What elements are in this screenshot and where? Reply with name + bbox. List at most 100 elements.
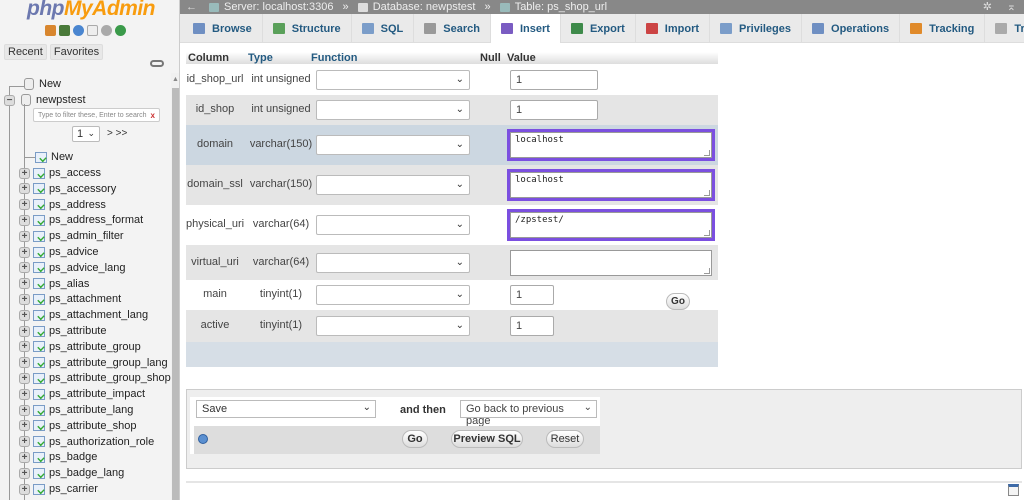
- value-input[interactable]: 1: [510, 285, 554, 305]
- expand-icon[interactable]: +: [19, 214, 30, 226]
- reset-button[interactable]: Reset: [546, 430, 584, 448]
- sidebar-table-item[interactable]: + ps_access: [19, 165, 101, 181]
- tree-new-table[interactable]: New: [35, 149, 73, 165]
- exit-icon[interactable]: [59, 25, 70, 36]
- sidebar-table-item[interactable]: + ps_attribute_impact: [19, 386, 145, 402]
- breadcrumb-table[interactable]: Table: ps_shop_url: [515, 1, 607, 13]
- expand-icon[interactable]: +: [19, 309, 30, 321]
- expand-icon[interactable]: +: [19, 262, 30, 274]
- expand-icon[interactable]: +: [19, 404, 30, 416]
- tab-import[interactable]: Import: [636, 14, 711, 43]
- tab-sql[interactable]: SQL: [352, 14, 415, 43]
- sidebar-table-item[interactable]: + ps_badge: [19, 449, 97, 465]
- submit-go-button[interactable]: Go: [402, 430, 428, 448]
- sidebar-table-item[interactable]: + ps_carrier: [19, 481, 98, 497]
- expand-icon[interactable]: +: [19, 341, 30, 353]
- sidebar-table-item[interactable]: + ps_alias: [19, 276, 89, 292]
- expand-icon[interactable]: +: [19, 451, 30, 463]
- function-select[interactable]: ⌄: [316, 135, 470, 155]
- sidebar-table-item[interactable]: + ps_authorization_role: [19, 434, 154, 450]
- tab-triggers[interactable]: Triggers: [985, 14, 1024, 43]
- function-select[interactable]: ⌄: [316, 316, 470, 336]
- header-type[interactable]: Type: [248, 52, 273, 64]
- expand-icon[interactable]: +: [19, 325, 30, 337]
- help-icon[interactable]: [73, 25, 84, 36]
- sidebar-table-item[interactable]: + ps_attribute_group: [19, 339, 141, 355]
- insert-mode-select[interactable]: Save ⌄: [196, 400, 376, 418]
- expand-icon[interactable]: +: [19, 199, 30, 211]
- header-function[interactable]: Function: [311, 52, 357, 64]
- preview-sql-button[interactable]: Preview SQL: [451, 430, 523, 448]
- expand-icon[interactable]: +: [19, 293, 30, 305]
- value-textarea[interactable]: [510, 249, 712, 276]
- function-select[interactable]: ⌄: [316, 100, 470, 120]
- expand-icon[interactable]: +: [19, 436, 30, 448]
- favorites-button[interactable]: Favorites: [49, 44, 104, 60]
- expand-icon[interactable]: +: [19, 167, 30, 179]
- expand-icon[interactable]: +: [19, 278, 30, 290]
- tab-export[interactable]: Export: [561, 14, 636, 43]
- sidebar-table-item[interactable]: + ps_attachment_lang: [19, 307, 148, 323]
- expand-icon[interactable]: +: [19, 420, 30, 432]
- help-icon[interactable]: [198, 434, 208, 444]
- scroll-up-icon[interactable]: ▲: [172, 76, 179, 83]
- sidebar-table-item[interactable]: + ps_address_format: [19, 212, 143, 228]
- tab-structure[interactable]: Structure: [263, 14, 352, 43]
- tab-privileges[interactable]: Privileges: [710, 14, 803, 43]
- expand-icon[interactable]: +: [19, 372, 30, 384]
- page-select[interactable]: 1 ⌄: [72, 126, 100, 142]
- sidebar-table-item[interactable]: + ps_attribute_group_lang: [19, 355, 168, 371]
- settings-icon[interactable]: [101, 25, 112, 36]
- value-input[interactable]: 1: [510, 100, 598, 120]
- sidebar-table-item[interactable]: + ps_attribute_lang: [19, 402, 133, 418]
- sidebar-table-item[interactable]: + ps_address: [19, 197, 106, 213]
- sidebar-table-item[interactable]: + ps_attribute: [19, 323, 106, 339]
- tree-new-database[interactable]: New: [24, 76, 61, 92]
- sidebar-table-item[interactable]: + ps_admin_filter: [19, 228, 124, 244]
- sidebar-table-item[interactable]: + ps_badge_lang: [19, 465, 124, 481]
- table-filter-input[interactable]: Type to filter these, Enter to search x: [33, 108, 160, 122]
- breadcrumb-server[interactable]: Server: localhost:3306: [224, 1, 333, 13]
- function-select[interactable]: ⌄: [316, 285, 470, 305]
- function-select[interactable]: ⌄: [316, 175, 470, 195]
- expand-icon[interactable]: +: [19, 388, 30, 400]
- function-select[interactable]: ⌄: [316, 70, 470, 90]
- expand-icon[interactable]: +: [19, 467, 30, 479]
- resize-grip-icon[interactable]: [704, 190, 710, 196]
- settings-gear-icon[interactable]: ✲: [983, 0, 992, 13]
- function-select[interactable]: ⌄: [316, 252, 470, 273]
- tab-browse[interactable]: Browse: [183, 14, 263, 43]
- tab-tracking[interactable]: Tracking: [900, 14, 986, 43]
- expand-icon[interactable]: +: [19, 183, 30, 195]
- expand-icon[interactable]: +: [19, 246, 30, 258]
- phpmyadmin-logo[interactable]: phpMyAdmin: [27, 0, 155, 21]
- recent-button[interactable]: Recent: [4, 44, 47, 60]
- expand-icon[interactable]: +: [19, 483, 30, 495]
- value-textarea[interactable]: localhost: [507, 169, 715, 201]
- scroll-top-icon[interactable]: ⌅: [1007, 0, 1016, 13]
- value-input[interactable]: 1: [510, 316, 554, 336]
- sidebar-table-item[interactable]: + ps_attachment: [19, 291, 121, 307]
- sidebar-table-item[interactable]: + ps_advice: [19, 244, 99, 260]
- next-page-link[interactable]: > >>: [107, 128, 127, 139]
- function-select[interactable]: ⌄: [316, 215, 470, 235]
- value-input[interactable]: 1: [510, 70, 598, 90]
- resize-grip-icon[interactable]: [704, 230, 710, 236]
- sidebar-scrollbar-thumb[interactable]: [172, 88, 179, 500]
- sidebar-table-item[interactable]: + ps_attribute_group_shop: [19, 370, 171, 386]
- console-icon[interactable]: [1008, 484, 1019, 496]
- link-with-main-panel-icon[interactable]: [150, 60, 164, 67]
- tree-database-newpstest[interactable]: − newpstest: [4, 92, 86, 108]
- tab-insert[interactable]: Insert: [490, 14, 561, 43]
- tab-operations[interactable]: Operations: [802, 14, 901, 43]
- sidebar-table-item[interactable]: + ps_attribute_shop: [19, 418, 136, 434]
- breadcrumb-database[interactable]: Database: newpstest: [373, 1, 476, 13]
- value-textarea[interactable]: /zpstest/: [507, 209, 715, 241]
- collapse-icon[interactable]: −: [4, 94, 15, 106]
- value-textarea[interactable]: localhost: [507, 129, 715, 161]
- resize-grip-icon[interactable]: [704, 150, 710, 156]
- sidebar-table-item[interactable]: + ps_accessory: [19, 181, 116, 197]
- clear-filter-icon[interactable]: x: [151, 111, 155, 120]
- tab-search[interactable]: Search: [414, 14, 491, 43]
- sidebar-table-item[interactable]: + ps_advice_lang: [19, 260, 125, 276]
